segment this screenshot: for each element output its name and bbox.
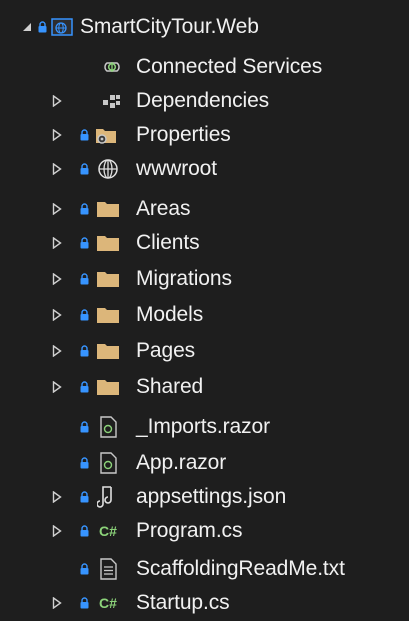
folder-icon	[96, 262, 120, 296]
tree-item-project[interactable]: SmartCityTour.Web	[0, 10, 409, 44]
expand-arrow-icon[interactable]	[50, 334, 64, 368]
lock-icon	[78, 152, 90, 186]
tree-item-areas[interactable]: Areas	[0, 192, 409, 226]
lock-icon	[78, 446, 90, 480]
expand-arrow-icon[interactable]	[50, 514, 64, 548]
expand-arrow-icon[interactable]	[50, 370, 64, 404]
tree-item-label: Pages	[136, 339, 196, 362]
lock-icon	[78, 410, 90, 444]
folder-icon	[96, 192, 120, 226]
text-file-icon	[96, 552, 120, 586]
lock-icon	[78, 586, 90, 620]
expand-arrow-icon[interactable]	[50, 298, 64, 332]
dependencies-icon	[100, 84, 124, 118]
tree-item-label: Shared	[136, 375, 204, 398]
tree-item-label: Connected Services	[136, 55, 323, 78]
lock-icon	[78, 226, 90, 260]
properties-folder-icon	[94, 118, 118, 152]
collapse-arrow-icon[interactable]	[20, 10, 34, 44]
connected-services-icon	[100, 50, 124, 84]
tree-item-migrations[interactable]: Migrations	[0, 262, 409, 296]
lock-icon	[36, 10, 48, 44]
tree-item-label: App.razor	[136, 451, 227, 474]
expand-arrow-icon[interactable]	[50, 262, 64, 296]
expand-arrow-icon[interactable]	[50, 226, 64, 260]
tree-item-label: Models	[136, 303, 204, 326]
tree-item-program-cs[interactable]: C# Program.cs	[0, 514, 409, 548]
expand-arrow-icon[interactable]	[50, 192, 64, 226]
tree-item-label: appsettings.json	[136, 485, 287, 508]
tree-item-shared[interactable]: Shared	[0, 370, 409, 404]
razor-file-icon	[96, 446, 120, 480]
lock-icon	[78, 298, 90, 332]
lock-icon	[78, 192, 90, 226]
folder-icon	[96, 370, 120, 404]
csharp-glyph: C#	[99, 595, 117, 611]
tree-item-label: wwwroot	[136, 157, 217, 180]
globe-icon	[96, 152, 120, 186]
csharp-glyph: C#	[99, 523, 117, 539]
tree-item-label: ScaffoldingReadMe.txt	[136, 557, 345, 580]
lock-icon	[78, 334, 90, 368]
razor-file-icon	[96, 410, 120, 444]
expand-arrow-icon[interactable]	[50, 152, 64, 186]
tree-item-clients[interactable]: Clients	[0, 226, 409, 260]
csharp-file-icon: C#	[96, 514, 120, 548]
expand-arrow-icon[interactable]	[50, 586, 64, 620]
solution-explorer-tree: SmartCityTour.Web Connected Services Dep…	[0, 0, 409, 621]
lock-icon	[78, 262, 90, 296]
expand-arrow-icon[interactable]	[50, 84, 64, 118]
expand-arrow-icon[interactable]	[50, 480, 64, 514]
tree-item-appsettings-json[interactable]: appsettings.json	[0, 480, 409, 514]
tree-item-label: Startup.cs	[136, 591, 230, 614]
lock-icon	[78, 514, 90, 548]
lock-icon	[78, 480, 90, 514]
tree-item-startup-cs[interactable]: C# Startup.cs	[0, 586, 409, 620]
lock-icon	[78, 552, 90, 586]
folder-icon	[96, 334, 120, 368]
json-file-icon	[96, 480, 120, 514]
project-label: SmartCityTour.Web	[80, 15, 259, 38]
tree-item-pages[interactable]: Pages	[0, 334, 409, 368]
folder-icon	[96, 298, 120, 332]
lock-icon	[78, 370, 90, 404]
tree-item-label: Dependencies	[136, 89, 270, 112]
folder-icon	[96, 226, 120, 260]
tree-item-imports-razor[interactable]: _Imports.razor	[0, 410, 409, 444]
web-project-icon	[50, 10, 74, 44]
tree-item-dependencies[interactable]: Dependencies	[0, 84, 409, 118]
tree-item-wwwroot[interactable]: wwwroot	[0, 152, 409, 186]
tree-item-connected-services[interactable]: Connected Services	[0, 50, 409, 84]
tree-item-label: Program.cs	[136, 519, 243, 542]
tree-item-properties[interactable]: Properties	[0, 118, 409, 152]
tree-item-label: _Imports.razor	[136, 415, 270, 438]
tree-item-scaffolding-readme[interactable]: ScaffoldingReadMe.txt	[0, 552, 409, 586]
tree-item-label: Migrations	[136, 267, 232, 290]
tree-item-label: Areas	[136, 197, 191, 220]
expand-arrow-icon[interactable]	[50, 118, 64, 152]
tree-item-models[interactable]: Models	[0, 298, 409, 332]
csharp-file-icon: C#	[96, 586, 120, 620]
lock-icon	[78, 118, 90, 152]
tree-item-label: Properties	[136, 123, 231, 146]
tree-item-app-razor[interactable]: App.razor	[0, 446, 409, 480]
tree-item-label: Clients	[136, 231, 200, 254]
